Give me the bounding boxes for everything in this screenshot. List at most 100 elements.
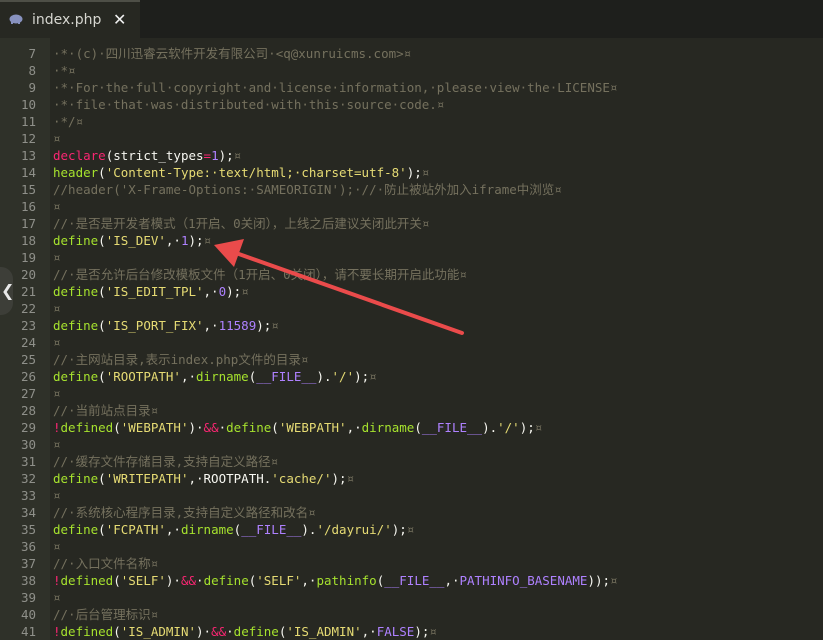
code-line[interactable]: 36 ¤: [0, 538, 823, 555]
line-number: 11: [20, 114, 36, 129]
code-token: ¤: [53, 301, 61, 316]
code-editor[interactable]: 7 ·*·(c)·四川迅睿云软件开发有限公司·<q@xunruicms.com>¤…: [0, 38, 823, 640]
code-token: 'WEBPATH': [120, 420, 189, 435]
code-line[interactable]: 13 declare(strict_types=1);¤: [0, 147, 823, 164]
code-line[interactable]: 29 !defined('WEBPATH')·&&·define('WEBPATH…: [0, 419, 823, 436]
code-line[interactable]: 41 !defined('IS_ADMIN')·&&·define('IS_ADM…: [0, 623, 823, 640]
code-token: );: [519, 420, 535, 435]
code-text: ¤: [53, 334, 61, 351]
code-token: dirname: [361, 420, 415, 435]
code-token: (: [113, 624, 121, 639]
code-token: (: [271, 420, 279, 435]
code-line[interactable]: 23 define('IS_PORT_FIX',·11589);¤: [0, 317, 823, 334]
code-line[interactable]: 10 ·*·file·that·was·distributed·with·this…: [0, 96, 823, 113]
code-token: __FILE__: [384, 573, 445, 588]
code-text: //·是否允许后台修改模板文件（1开启、0关闭），请不要长期开启此功能¤: [53, 266, 467, 283]
code-line[interactable]: 26 define('ROOTPATH',·dirname(__FILE__).'…: [0, 368, 823, 385]
code-token: ·*·For·the·full·copyright·and·license·in…: [53, 80, 618, 95]
code-line[interactable]: 19 ¤: [0, 249, 823, 266]
code-token: 'IS_ADMIN': [120, 624, 197, 639]
code-token: )·: [188, 420, 204, 435]
line-number: 14: [20, 165, 36, 180]
code-token: define: [53, 318, 99, 333]
code-line[interactable]: 38 !defined('SELF')·&&·define('SELF',·pat…: [0, 572, 823, 589]
code-token: ,·: [346, 420, 362, 435]
tab-bar: index.php ✕: [0, 0, 823, 38]
code-token: ·*·(c)·四川迅睿云软件开发有限公司·<q@xunruicms.com>¤: [53, 46, 412, 61]
code-line[interactable]: 30 ¤: [0, 436, 823, 453]
code-token: ¤: [421, 165, 430, 180]
code-token: dirname: [196, 369, 249, 384]
close-icon[interactable]: ✕: [113, 10, 126, 29]
code-line[interactable]: 39 ¤: [0, 589, 823, 606]
code-line[interactable]: 16 ¤: [0, 198, 823, 215]
code-text: //·系统核心程序目录,支持自定义路径和改名¤: [53, 504, 316, 521]
code-token: )·: [165, 573, 181, 588]
code-token: =: [203, 148, 212, 163]
code-token: //·系统核心程序目录,支持自定义路径和改名¤: [53, 505, 316, 520]
code-token: '/dayrui/': [316, 522, 392, 537]
code-text: !defined('WEBPATH')·&&·define('WEBPATH',…: [53, 419, 542, 436]
code-token: dirname: [180, 522, 234, 537]
line-number: 27: [20, 386, 36, 401]
code-line[interactable]: 32 define('WRITEPATH',·ROOTPATH.'cache/')…: [0, 470, 823, 487]
code-token: ·*¤: [53, 63, 76, 78]
code-text: ¤: [53, 487, 61, 504]
code-text: ·*·(c)·四川迅睿云软件开发有限公司·<q@xunruicms.com>¤: [53, 45, 411, 62]
code-line[interactable]: 7 ·*·(c)·四川迅睿云软件开发有限公司·<q@xunruicms.com>¤: [0, 45, 823, 62]
code-line[interactable]: 11 ·*/¤: [0, 113, 823, 130]
code-token: 'IS_DEV': [105, 233, 166, 248]
code-token: '/': [331, 369, 355, 384]
code-line[interactable]: 20//·是否允许后台修改模板文件（1开启、0关闭），请不要长期开启此功能¤: [0, 266, 823, 283]
code-line[interactable]: 28 //·当前站点目录¤: [0, 402, 823, 419]
code-line[interactable]: 15 //header('X-Frame-Options:·SAMEORIGIN'…: [0, 181, 823, 198]
code-line[interactable]: 34 //·系统核心程序目录,支持自定义路径和改名¤: [0, 504, 823, 521]
code-line[interactable]: 21 define('IS_EDIT_TPL',·0);¤: [0, 283, 823, 300]
code-text: define('WRITEPATH',·ROOTPATH.'cache/');¤: [53, 470, 354, 487]
tab-index-php[interactable]: index.php ✕: [0, 0, 140, 38]
line-number: 12: [20, 131, 36, 146]
line-number: 8: [28, 63, 36, 78]
code-line[interactable]: 27 ¤: [0, 385, 823, 402]
line-number: 31: [20, 454, 36, 469]
tab-filename: index.php: [32, 12, 102, 28]
code-token: ,·: [361, 624, 377, 639]
code-line[interactable]: 31 //·缓存文件存储目录,支持自定义路径¤: [0, 453, 823, 470]
code-token: (: [113, 573, 121, 588]
code-token: 1: [211, 148, 219, 163]
code-line[interactable]: 17 //·是否是开发者模式（1开启、0关闭），上线之后建议关闭此开关¤: [0, 215, 823, 232]
code-line[interactable]: 18 define('IS_DEV',·1);¤: [0, 232, 823, 249]
code-token: 'SELF': [120, 573, 166, 588]
code-token: ).: [301, 522, 317, 537]
php-elephant-icon: [9, 14, 23, 24]
line-number: 30: [20, 437, 36, 452]
line-number: 37: [20, 556, 36, 571]
sidebar-toggle[interactable]: ❮: [0, 267, 14, 315]
code-line[interactable]: 12 ¤: [0, 130, 823, 147]
code-text: !defined('IS_ADMIN')·&&·define('IS_ADMIN…: [53, 623, 437, 640]
code-line[interactable]: 9 ·*·For·the·full·copyright·and·license·i…: [0, 79, 823, 96]
line-number: 24: [20, 335, 36, 350]
code-token: 'cache/': [271, 471, 332, 486]
code-token: ¤: [271, 318, 279, 333]
code-line[interactable]: 24 ¤: [0, 334, 823, 351]
code-line[interactable]: 33 ¤: [0, 487, 823, 504]
code-line[interactable]: 40 //·后台管理标识¤: [0, 606, 823, 623]
code-line[interactable]: 22 ¤: [0, 300, 823, 317]
code-text: ¤: [53, 538, 61, 555]
code-text: define('IS_EDIT_TPL',·0);¤: [53, 283, 249, 300]
code-line[interactable]: 25 //·主网站目录,表示index.php文件的目录¤: [0, 351, 823, 368]
code-text: //header('X-Frame-Options:·SAMEORIGIN');…: [53, 181, 562, 198]
code-token: (: [98, 233, 106, 248]
code-line[interactable]: 14 header('Content-Type:·text/html;·chars…: [0, 164, 823, 181]
code-line[interactable]: 8 ·*¤: [0, 62, 823, 79]
code-line[interactable]: 37 //·入口文件名称¤: [0, 555, 823, 572]
code-token: );: [391, 522, 407, 537]
code-text: //·入口文件名称¤: [53, 555, 158, 572]
code-token: ¤: [53, 335, 61, 350]
code-token: //·主网站目录,表示index.php文件的目录¤: [53, 352, 309, 367]
line-number: 35: [20, 522, 36, 537]
code-token: FALSE: [376, 624, 415, 639]
code-line[interactable]: 35 define('FCPATH',·dirname(__FILE__).'/d…: [0, 521, 823, 538]
code-token: &&: [180, 573, 197, 588]
